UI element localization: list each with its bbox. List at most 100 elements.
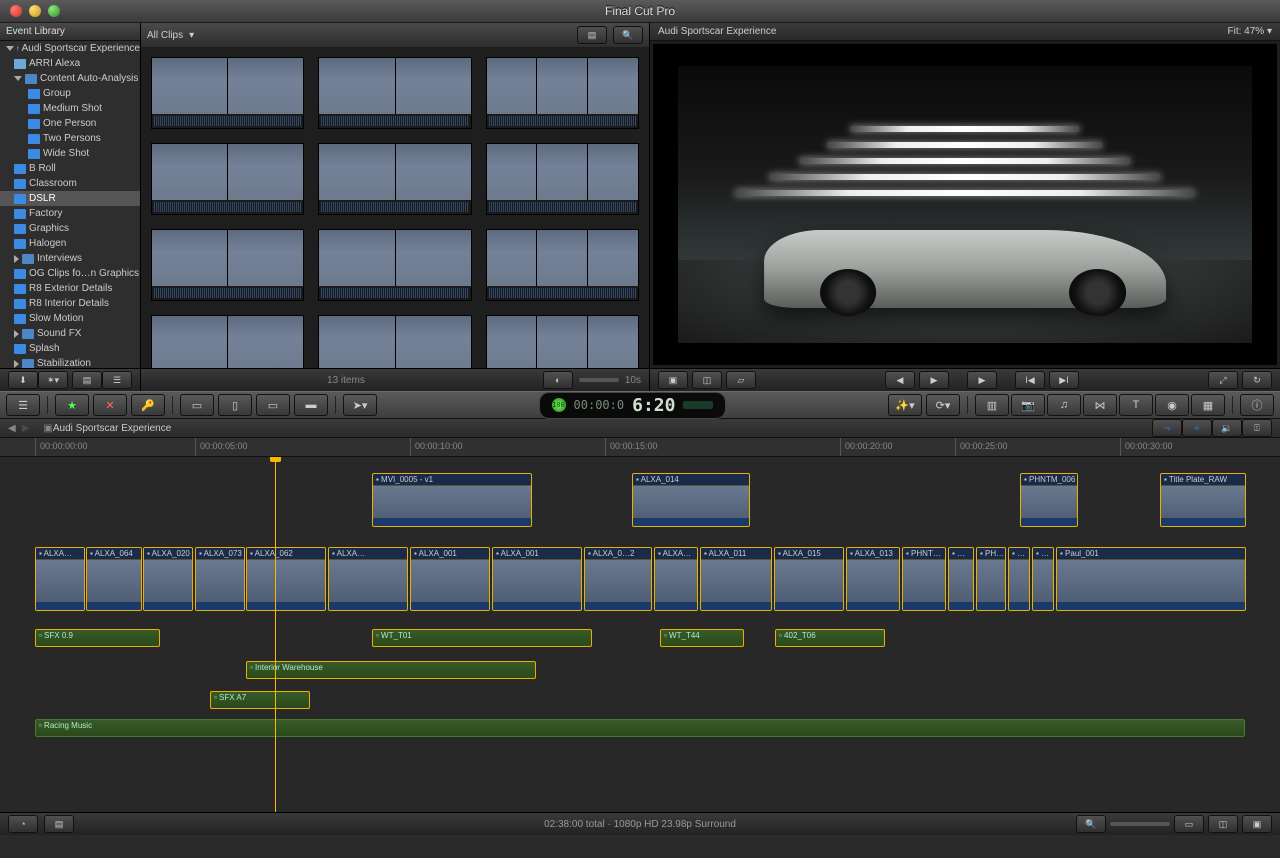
browser-clip[interactable] [486, 315, 639, 368]
filmstrip-view[interactable]: ▤ [72, 371, 102, 389]
music-browser[interactable]: 📷 [1011, 394, 1045, 416]
storyline-clip[interactable]: ▪ ALXA… [328, 547, 408, 611]
timeline-tracks[interactable]: ▪ MVI_0005 - v1▪ ALXA_014▪ PHNTM_006▪ Ti… [0, 457, 1280, 812]
connect-clip[interactable]: ▭ [180, 394, 214, 416]
browser-clip[interactable] [151, 57, 304, 129]
photos-browser[interactable]: ▥ [975, 394, 1009, 416]
zoom-out[interactable]: 🔍 [1076, 815, 1106, 833]
prev-edit[interactable]: ◀ [885, 371, 915, 389]
show-effects[interactable]: ▣ [1242, 815, 1272, 833]
favorite-button[interactable]: ★ [55, 394, 89, 416]
audio-clip[interactable]: ▫ SFX A7 [210, 691, 310, 709]
sidebar-item[interactable]: R8 Exterior Details [0, 281, 140, 296]
sidebar-item[interactable]: Interviews [0, 251, 140, 266]
sidebar-item[interactable]: Factory [0, 206, 140, 221]
clip-appearance-tl[interactable]: ▭ [1174, 815, 1204, 833]
playhead[interactable] [275, 457, 276, 812]
storyline-clip[interactable]: ▪ ALXA_062 [246, 547, 326, 611]
audio-clip[interactable]: ▫ SFX 0.9 [35, 629, 160, 647]
storyline-clip[interactable]: ▪ PH… [976, 547, 1006, 611]
browser-clip[interactable] [318, 57, 471, 129]
sidebar-item[interactable]: Splash [0, 341, 140, 356]
index-button[interactable]: ☰ [6, 394, 40, 416]
sidebar-item[interactable]: Classroom [0, 176, 140, 191]
clip-height[interactable]: ◫ [1208, 815, 1238, 833]
storyline-clip[interactable]: ▪ ALXA… [654, 547, 698, 611]
snapping-button[interactable]: ⤳ [1152, 419, 1182, 437]
filter-menu-icon[interactable]: ▾ [189, 30, 194, 41]
insert-clip[interactable]: ▯ [218, 394, 252, 416]
sidebar-item[interactable]: Audi Sportscar Experience [0, 41, 140, 56]
browser-clip[interactable] [151, 315, 304, 368]
timeline-index[interactable]: ▤ [44, 815, 74, 833]
event-tree[interactable]: Audi Sportscar ExperienceARRI AlexaConte… [0, 41, 140, 368]
browser-clip[interactable] [151, 143, 304, 215]
sidebar-item[interactable]: OG Clips fo…n Graphics [0, 266, 140, 281]
connected-clip[interactable]: ▪ ALXA_014 [632, 473, 750, 527]
sidebar-item[interactable]: Stabilization [0, 356, 140, 368]
audio-clip[interactable]: ▫ WT_T44 [660, 629, 744, 647]
timeline-ruler[interactable]: 00:00:00:0000:00:05:0000:00:10:0000:00:1… [0, 438, 1280, 457]
storyline-clip[interactable]: ▪ ALXA_0…2 [584, 547, 652, 611]
browser-clip[interactable] [318, 315, 471, 368]
storyline-clip[interactable]: ▪ PHNT… [902, 547, 946, 611]
reject-button[interactable]: ✕ [93, 394, 127, 416]
audio-clip[interactable]: ▫ 402_T06 [775, 629, 885, 647]
storyline-clip[interactable]: ▪ ALXA_015 [774, 547, 844, 611]
sidebar-item[interactable]: Medium Shot [0, 101, 140, 116]
skimming-button[interactable]: ≈ [1182, 419, 1212, 437]
browser-clip[interactable] [486, 229, 639, 301]
storyline-clip[interactable]: ▪ ALXA_020 [143, 547, 193, 611]
keyword-button[interactable]: 🔑 [131, 394, 165, 416]
storyline-clip[interactable]: ▪ ALXA_001 [410, 547, 490, 611]
settings-menu[interactable]: ✶▾ [38, 371, 68, 389]
timeline-history-back[interactable]: ◀ [8, 423, 16, 434]
sidebar-item[interactable]: DSLR [0, 191, 140, 206]
transitions-browser[interactable]: ⋈ [1083, 394, 1117, 416]
connected-clip[interactable]: ▪ PHNTM_006 [1020, 473, 1078, 527]
fullscreen-button[interactable]: ⤢ [1208, 371, 1238, 389]
viewer-canvas[interactable] [653, 44, 1277, 365]
prev-frame[interactable]: I◀ [1015, 371, 1045, 389]
sidebar-item[interactable]: Group [0, 86, 140, 101]
sidebar-item[interactable]: Sound FX [0, 326, 140, 341]
play-back[interactable]: ▶ [919, 371, 949, 389]
inspector-button[interactable]: ⓘ [1240, 394, 1274, 416]
sidebar-item[interactable]: Slow Motion [0, 311, 140, 326]
connected-clip[interactable]: ▪ Title Plate_RAW [1160, 473, 1246, 527]
storyline-clip[interactable]: ▪ ALXA_064 [86, 547, 142, 611]
list-view[interactable]: ☰ [102, 371, 132, 389]
thumbnail-size-slider[interactable] [579, 378, 619, 382]
search-icon[interactable]: 🔍 [613, 26, 643, 44]
storyline-clip[interactable]: ▪ ALXA_001 [492, 547, 582, 611]
play-button[interactable]: ▶ [967, 371, 997, 389]
loop-button[interactable]: ↻ [1242, 371, 1272, 389]
sidebar-item[interactable]: Content Auto-Analysis [0, 71, 140, 86]
zoom-slider[interactable] [1110, 822, 1170, 826]
timecode-display[interactable]: 100 00:00:06:20 [539, 392, 727, 419]
storyline-clip[interactable]: ▪ ALXA_013 [846, 547, 900, 611]
sidebar-item[interactable]: Halogen [0, 236, 140, 251]
distort-tool[interactable]: ▱ [726, 371, 756, 389]
overwrite-clip[interactable]: ▬ [294, 394, 328, 416]
append-clip[interactable]: ▭ [256, 394, 290, 416]
timeline-history-fwd[interactable]: ▶ [22, 423, 30, 434]
audio-clip[interactable]: ▫ Interior Warehouse [246, 661, 536, 679]
storyline-clip[interactable]: ▪ … [1008, 547, 1030, 611]
browser-clip[interactable] [486, 143, 639, 215]
storyline-clip[interactable]: ▪ Paul_001 [1056, 547, 1246, 611]
hide-rejected[interactable]: ▤ [577, 26, 607, 44]
crop-tool[interactable]: ◫ [692, 371, 722, 389]
clip-grid[interactable] [141, 47, 649, 368]
import-button[interactable]: ⬇ [8, 371, 38, 389]
audio-clip[interactable]: ▫ Racing Music [35, 719, 1245, 737]
themes-browser[interactable]: ▦ [1191, 394, 1225, 416]
sidebar-item[interactable]: Graphics [0, 221, 140, 236]
solo-button[interactable]: ⍐ [1242, 419, 1272, 437]
select-tool[interactable]: ➤▾ [343, 394, 377, 416]
sidebar-item[interactable]: R8 Interior Details [0, 296, 140, 311]
audio-clip[interactable]: ▫ WT_T01 [372, 629, 592, 647]
sidebar-item[interactable]: One Person [0, 116, 140, 131]
browser-clip[interactable] [318, 229, 471, 301]
next-frame[interactable]: ▶I [1049, 371, 1079, 389]
